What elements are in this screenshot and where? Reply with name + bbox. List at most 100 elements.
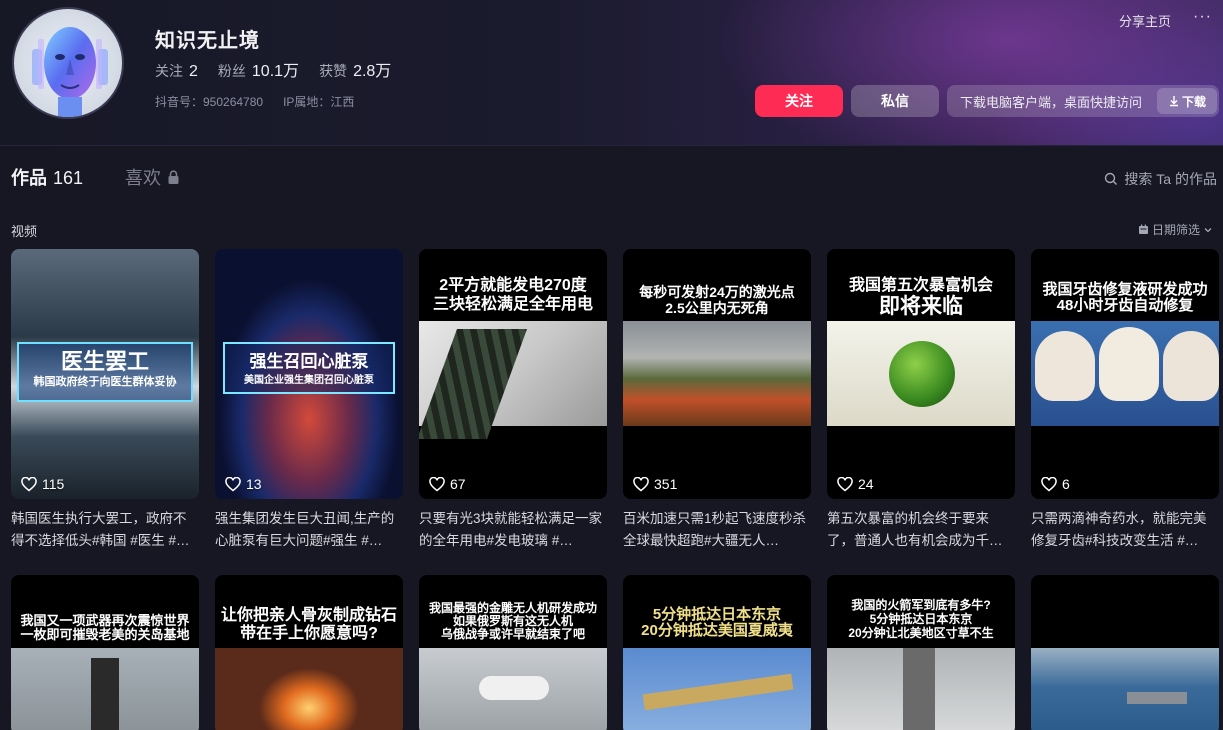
video-title[interactable]: 百米加速只需1秒起飞速度秒杀全球最快超跑#大疆无人… [623,508,811,552]
video-thumbnail[interactable]: 我国最强的金雕无人机研发成功 如果俄罗斯有这无人机 乌俄战争或许早就结束了吧 [419,575,607,730]
tab-works-count: 161 [53,168,84,188]
video-card[interactable]: 我国又一项武器再次震惊世界 一枚即可摧毁老美的关岛基地 [11,575,199,730]
tooth-shape [1163,331,1219,401]
more-options-icon[interactable]: ··· [1193,8,1212,26]
stat-likes-value: 2.8万 [353,63,392,80]
thumb-subcaption: 三块轻松满足全年用电 [432,296,593,313]
thumb-caption: 我国第五次暴富机会 [848,277,993,294]
video-thumbnail[interactable]: 强生召回心脏泵 美国企业强生集团召回心脏泵 13 [215,249,403,499]
tooth-shape [1099,327,1159,401]
profile-meta: 抖音号：950264780 IP属地：江西 [155,93,354,110]
thumb-subcaption: 20分钟抵达美国夏威夷 [641,622,793,639]
tab-works-label: 作品 [11,168,47,188]
thumb-image [215,648,403,730]
like-count-value: 115 [42,476,65,492]
video-card[interactable] [1031,575,1219,730]
thumb-image [1031,648,1219,730]
lock-icon [168,169,179,184]
stat-followers-value: 10.1万 [251,63,300,80]
video-thumbnail[interactable]: 我国又一项武器再次震惊世界 一枚即可摧毁老美的关岛基地 [11,575,199,730]
like-count: 351 [633,476,677,492]
download-button-label: 下载 [1181,94,1206,109]
thumb-subcaption: 带在手上你愿意吗? [240,625,378,642]
rocket-shape [903,648,935,730]
heart-icon [633,476,649,491]
video-card[interactable]: 让你把亲人骨灰制成钻石 带在手上你愿意吗? [215,575,403,730]
douyin-id: 抖音号：950264780 [155,95,264,109]
stat-following-label: 关注 [155,63,183,79]
video-thumbnail[interactable]: 我国第五次暴富机会 即将来临 24 [827,249,1015,499]
video-title[interactable]: 第五次暴富的机会终于要来了，普通人也有机会成为千… [827,508,1015,552]
video-thumbnail[interactable]: 我国牙齿修复液研发成功 48小时牙齿自动修复 6 [1031,249,1219,499]
video-thumbnail[interactable]: 2平方就能发电270度 三块轻松满足全年用电 67 [419,249,607,499]
video-thumbnail[interactable]: 医生罢工 韩国政府终于向医生群体妥协 115 [11,249,199,499]
tab-likes-label: 喜欢 [125,168,162,188]
calendar-icon [1138,224,1148,234]
fighter-jet-shape [642,673,794,711]
video-thumbnail[interactable] [1031,575,1219,730]
thumb-image [11,648,199,730]
thumb-caption: 医生罢工 [60,349,149,374]
thumb-image [419,321,607,439]
video-thumbnail[interactable]: 我国的火箭军到底有多牛? 5分钟抵达日本东京 20分钟让北美地区寸草不生 [827,575,1015,730]
helicopter-drone-shape [479,676,549,700]
message-button[interactable]: 私信 [851,85,939,117]
like-count: 6 [1041,476,1070,492]
video-thumbnail[interactable]: 让你把亲人骨灰制成钻石 带在手上你愿意吗? [215,575,403,730]
video-card[interactable]: 每秒可发射24万的激光点 2.5公里内无死角 351 百米加速只需1秒起飞速度秒… [623,249,811,552]
heart-icon [225,476,241,491]
stat-followers[interactable]: 粉丝 10.1万 [218,57,299,81]
thumb-subcaption: 韩国政府终于向医生群体妥协 [33,376,177,388]
stat-likes-label: 获赞 [319,63,348,79]
thumb-subcaption: 美国企业强生集团召回心脏泵 [244,375,374,386]
video-title[interactable]: 只需两滴神奇药水，就能完美修复牙齿#科技改变生活 #… [1031,508,1219,552]
profile-tabs: 作品 161 喜欢 [11,164,180,190]
date-filter[interactable]: 日期筛选 [1138,221,1213,238]
heart-icon [1041,476,1057,491]
thumb-caption: 2平方就能发电270度 [439,277,587,294]
video-title[interactable]: 强生集团发生巨大丑闻,生产的心脏泵有巨大问题#强生 #… [215,508,403,552]
heart-icon [837,476,853,491]
thumb-caption: 强生召回心脏泵 [249,352,369,371]
tab-works[interactable]: 作品 161 [11,164,83,190]
like-count-value: 67 [450,476,466,492]
video-card[interactable]: 我国牙齿修复液研发成功 48小时牙齿自动修复 6 只需两滴神奇药水，就能完美修复… [1031,249,1219,552]
video-thumbnail[interactable]: 每秒可发射24万的激光点 2.5公里内无死角 351 [623,249,811,499]
video-card[interactable]: 我国第五次暴富机会 即将来临 24 第五次暴富的机会终于要来了，普通人也有机会成… [827,249,1015,552]
thumb-subcaption: 2.5公里内无死角 [665,300,769,316]
video-card[interactable]: 医生罢工 韩国政府终于向医生群体妥协 115 韩国医生执行大罢工，政府不得不选择… [11,249,199,552]
download-button[interactable]: 下载 [1157,88,1217,114]
like-count: 13 [225,476,262,492]
video-card[interactable]: 我国最强的金雕无人机研发成功 如果俄罗斯有这无人机 乌俄战争或许早就结束了吧 [419,575,607,730]
avatar[interactable] [12,7,124,119]
thumb-image [827,648,1015,730]
video-title[interactable]: 只要有光3块就能轻松满足一家的全年用电#发电玻璃 #… [419,508,607,552]
tab-likes[interactable]: 喜欢 [125,164,180,190]
search-icon [1105,172,1118,185]
download-icon [1169,96,1178,107]
ship-shape [1127,692,1187,704]
video-title[interactable]: 韩国医生执行大罢工，政府不得不选择低头#韩国 #医生 #… [11,508,199,552]
solar-glass-panel [419,329,528,439]
thumb-subcaption: 48小时牙齿自动修复 [1056,297,1194,314]
download-client-text: 下载电脑客户端，桌面快捷访问 [960,94,1143,110]
follow-button[interactable]: 关注 [755,85,843,117]
video-thumbnail[interactable]: 5分钟抵达日本东京 20分钟抵达美国夏威夷 [623,575,811,730]
thumb-caption: 让你把亲人骨灰制成钻石 [220,607,397,624]
like-count: 24 [837,476,874,492]
ip-location: IP属地：江西 [283,95,355,109]
stat-following[interactable]: 关注 2 [155,61,198,81]
thumb-image [623,648,811,730]
video-card[interactable]: 强生召回心脏泵 美国企业强生集团召回心脏泵 13 强生集团发生巨大丑闻,生产的心… [215,249,403,552]
video-card[interactable]: 2平方就能发电270度 三块轻松满足全年用电 67 只要有光3块就能轻松满足一家… [419,249,607,552]
missile-shape [91,658,119,730]
thumb-caption: 每秒可发射24万的激光点 [639,284,795,300]
video-card[interactable]: 5分钟抵达日本东京 20分钟抵达美国夏威夷 [623,575,811,730]
thumb-subcaption: 即将来临 [879,295,963,318]
thumb-image [419,648,607,730]
search-works-placeholder: 搜索 Ta 的作品 [1124,171,1217,187]
thumb-caption: 我国牙齿修复液研发成功 [1042,281,1208,298]
search-works[interactable]: 搜索 Ta 的作品 [1104,169,1217,189]
video-card[interactable]: 我国的火箭军到底有多牛? 5分钟抵达日本东京 20分钟让北美地区寸草不生 [827,575,1015,730]
share-profile-link[interactable]: 分享主页 [1119,11,1171,30]
